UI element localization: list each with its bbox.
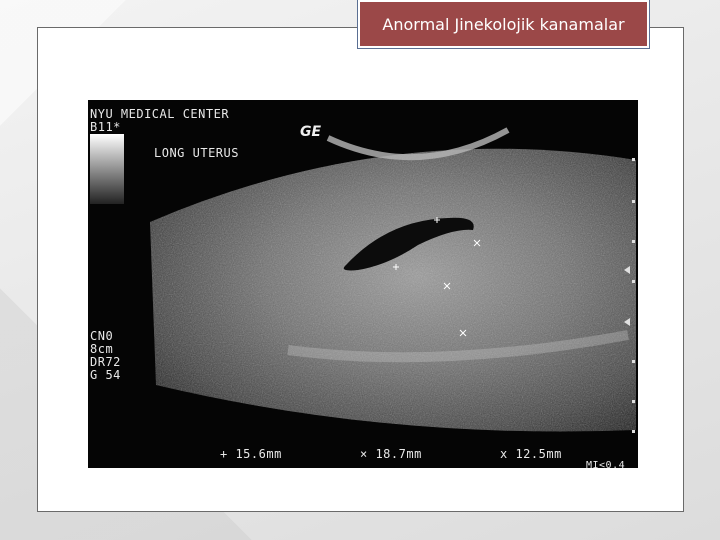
ge-logo: GE bbox=[300, 124, 322, 140]
measurement-2: × 18.7mm bbox=[360, 447, 422, 461]
header-line-2: B11* bbox=[90, 120, 121, 134]
measurement-3: x 12.5mm bbox=[500, 447, 562, 461]
measurement-1: + 15.6mm bbox=[220, 447, 282, 461]
mechanical-index: MI<0.4 bbox=[586, 460, 626, 468]
ultrasound-image: NYU MEDICAL CENTER B11* GE LONG UTERUS C… bbox=[88, 100, 638, 468]
slide-title: Anormal Jinekolojik kanamalar bbox=[357, 0, 650, 49]
study-label: LONG UTERUS bbox=[154, 146, 239, 160]
param-3: G 54 bbox=[90, 368, 121, 382]
grayscale-bar bbox=[90, 134, 124, 204]
